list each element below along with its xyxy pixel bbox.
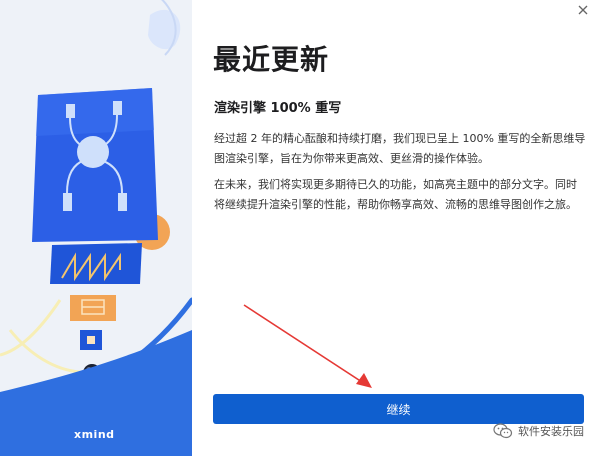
dialog-title: 最近更新 [213, 43, 330, 76]
wechat-icon [493, 423, 513, 439]
illustration-panel: xmind [0, 0, 192, 456]
update-dialog: xmind 最近更新 渲染引擎 100% 重写 经过超 2 年的精心酝酿和持续打… [0, 0, 604, 456]
intro-paragraph: 经过超 2 年的精心酝酿和持续打磨，我们现已呈上 100% 重写的全新思维导图渲… [214, 132, 586, 165]
watermark: 软件安装乐园 [493, 423, 584, 439]
close-icon [578, 5, 588, 15]
dialog-subtitle: 渲染引擎 100% 重写 [214, 101, 342, 116]
future-paragraph: 在未来，我们将实现更多期待已久的功能，如高亮主题中的部分文字。同时将继续提升渲染… [214, 178, 577, 211]
continue-button[interactable]: 继续 [213, 394, 584, 424]
close-button[interactable] [576, 2, 590, 16]
xmind-logo: xmind [74, 428, 115, 441]
illustration-art [0, 0, 192, 456]
watermark-text: 软件安装乐园 [518, 425, 584, 438]
